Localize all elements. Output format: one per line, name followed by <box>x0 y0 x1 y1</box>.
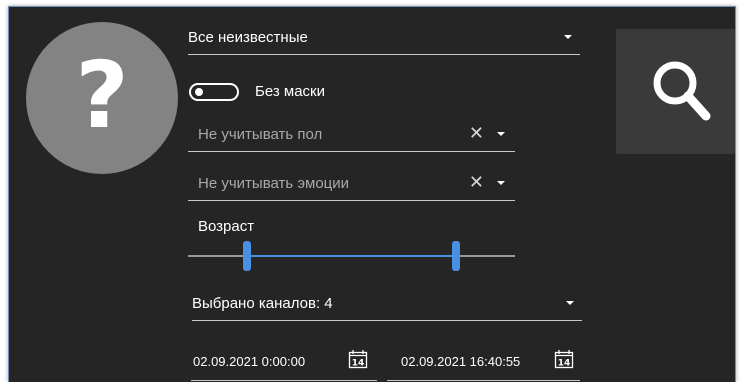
channels-dropdown[interactable]: Выбрано каналов: 4 <box>192 286 582 321</box>
emotion-dropdown[interactable]: Не учитывать эмоции ✕ <box>188 164 515 201</box>
chevron-down-icon <box>566 301 574 305</box>
age-slider-min-handle[interactable] <box>242 241 251 271</box>
search-button[interactable] <box>616 29 735 154</box>
calendar-icon[interactable]: 14 <box>554 349 574 369</box>
calendar-icon[interactable]: 14 <box>348 349 368 369</box>
identity-dropdown-value: Все неизвестные <box>188 29 308 46</box>
face-search-panel: ? Все неизвестные Без маски Не учитывать… <box>8 6 736 382</box>
chevron-down-icon <box>564 35 572 39</box>
age-slider-range <box>246 255 457 257</box>
date-from-value: 02.09.2021 0:00:00 <box>193 354 306 369</box>
channels-dropdown-value: Выбрано каналов: 4 <box>192 295 333 312</box>
search-icon <box>653 61 711 121</box>
toggle-knob <box>195 88 203 96</box>
mask-toggle[interactable] <box>189 83 239 101</box>
gender-dropdown[interactable]: Не учитывать пол ✕ <box>188 115 515 152</box>
date-to-picker[interactable]: 02.09.2021 16:40:55 14 <box>387 345 580 381</box>
gender-dropdown-placeholder: Не учитывать пол <box>198 126 323 143</box>
mask-toggle-label: Без маски <box>255 83 325 100</box>
chevron-down-icon[interactable] <box>497 132 505 136</box>
age-label: Возраст <box>198 218 255 235</box>
age-slider-max-handle[interactable] <box>452 241 461 271</box>
question-mark-icon: ? <box>75 42 129 149</box>
svg-text:14: 14 <box>352 359 365 369</box>
chevron-down-icon[interactable] <box>497 181 505 185</box>
date-from-picker[interactable]: 02.09.2021 0:00:00 14 <box>191 345 377 381</box>
clear-emotion-icon[interactable]: ✕ <box>469 173 484 191</box>
date-to-value: 02.09.2021 16:40:55 <box>401 354 521 369</box>
unknown-person-avatar: ? <box>26 22 178 174</box>
identity-dropdown[interactable]: Все неизвестные <box>188 17 580 55</box>
clear-gender-icon[interactable]: ✕ <box>469 124 484 142</box>
svg-text:14: 14 <box>558 359 571 369</box>
emotion-dropdown-placeholder: Не учитывать эмоции <box>198 175 350 192</box>
